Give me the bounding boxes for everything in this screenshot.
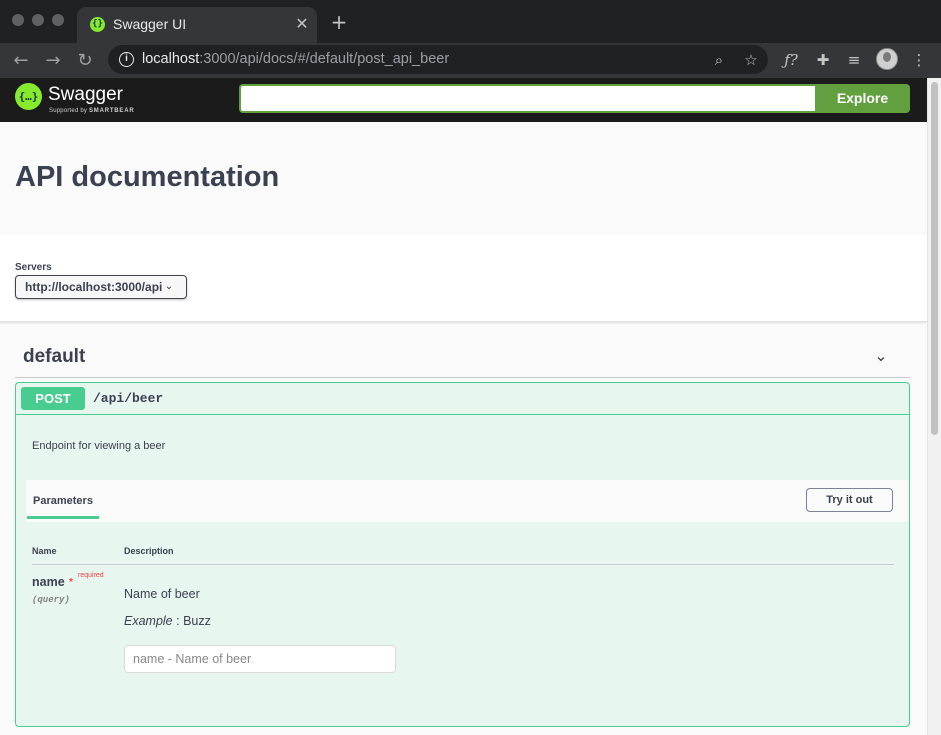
column-header-name: Name (32, 546, 57, 556)
avatar[interactable] (876, 48, 898, 70)
kebab-menu-icon[interactable]: ⋮ (908, 49, 930, 71)
star-icon[interactable]: ☆ (740, 49, 762, 71)
window-zoom-button[interactable] (52, 14, 64, 26)
logo-tagline: Supported by SMARTBEAR (49, 108, 135, 114)
reload-icon[interactable]: ↻ (72, 48, 98, 74)
try-it-out-button[interactable]: Try it out (806, 488, 893, 512)
window-close-button[interactable] (12, 14, 24, 26)
zoom-icon[interactable]: ⌕ (708, 49, 730, 71)
servers-select[interactable]: http://localhost:3000/api ⌄ (15, 275, 187, 299)
parameter-value-input[interactable] (124, 645, 396, 673)
media-queue-icon[interactable]: ≡ (843, 49, 865, 71)
back-arrow-icon[interactable]: ← (8, 48, 34, 74)
explore-url-input[interactable] (239, 84, 815, 113)
parameters-table-header: Name Description (32, 546, 894, 565)
operation-summary[interactable]: POST /api/beer (16, 383, 909, 415)
parameters-bar: Parameters Try it out (26, 480, 909, 522)
forward-arrow-icon[interactable]: → (40, 48, 66, 74)
swagger-favicon-icon (90, 17, 105, 32)
parameter-example: Example : Buzz (124, 614, 211, 628)
window-minimize-button[interactable] (32, 14, 44, 26)
operation-description: Endpoint for viewing a beer (32, 440, 166, 452)
required-star: * (69, 577, 73, 588)
close-tab-icon[interactable]: ✕ (293, 15, 311, 33)
browser-toolbar: ← → ↻ i localhost:3000/api/docs/#/defaul… (0, 43, 941, 78)
tag-name: default (23, 346, 86, 367)
tab-title: Swagger UI (113, 16, 187, 32)
method-badge: POST (21, 387, 85, 410)
servers-selected-value: http://localhost:3000/api (25, 280, 163, 294)
function-extension-icon[interactable]: ƒ? (780, 49, 802, 71)
browser-window: Swagger UI ✕ + ← → ↻ i localhost:3000/ap… (0, 0, 941, 735)
url-text[interactable]: localhost:3000/api/docs/#/default/post_a… (142, 51, 449, 67)
column-header-description: Description (124, 546, 174, 556)
info-icon[interactable]: i (119, 52, 134, 67)
servers-label: Servers (15, 262, 52, 273)
puzzle-icon[interactable]: ✚ (812, 49, 834, 71)
page-viewport: Swagger Supported by SMARTBEAR Explore A… (0, 78, 941, 735)
page-scrollbar[interactable] (927, 78, 941, 735)
parameter-description: Name of beer (124, 587, 200, 601)
parameter-location: (query) (32, 595, 70, 605)
tab-strip: Swagger UI ✕ + (0, 0, 941, 43)
page-title: API documentation (15, 161, 280, 193)
explore-button[interactable]: Explore (815, 84, 910, 113)
address-bar[interactable]: i localhost:3000/api/docs/#/default/post… (108, 45, 768, 74)
swagger-topbar: Swagger Supported by SMARTBEAR Explore (0, 78, 927, 122)
servers-section: Servers http://localhost:3000/api ⌄ (0, 235, 927, 322)
operation-path: /api/beer (93, 391, 164, 406)
tag-header-default[interactable]: default ⌄ (15, 337, 910, 378)
info-section: API documentation (0, 122, 927, 235)
required-label: required (78, 572, 104, 579)
scrollbar-thumb[interactable] (931, 82, 938, 435)
tab-active-indicator (27, 516, 99, 519)
swagger-logo-text[interactable]: Swagger (48, 84, 123, 106)
tab-parameters[interactable]: Parameters (33, 495, 93, 508)
chevron-down-icon: ⌄ (164, 281, 174, 292)
swagger-logo-icon[interactable] (15, 83, 42, 110)
tab-swagger-ui[interactable]: Swagger UI ✕ (77, 7, 317, 43)
parameter-name: name (32, 575, 65, 589)
new-tab-icon[interactable]: + (328, 11, 350, 33)
operation-block: POST /api/beer Endpoint for viewing a be… (15, 382, 910, 727)
chevron-down-icon[interactable]: ⌄ (870, 345, 892, 367)
